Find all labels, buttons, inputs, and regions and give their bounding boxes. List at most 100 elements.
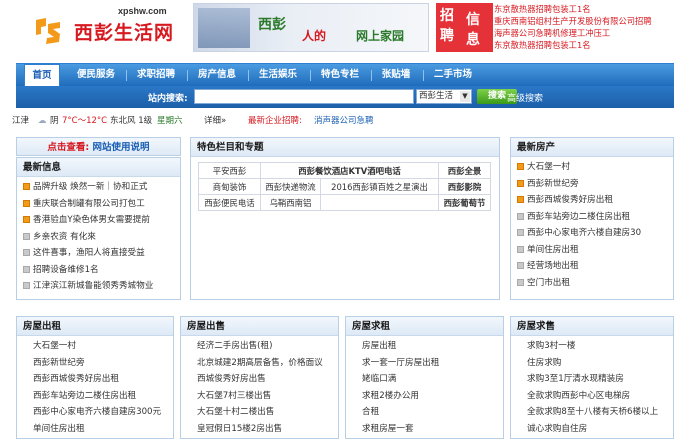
site-logo[interactable]: xpshw.com 西彭生活网 bbox=[30, 4, 180, 54]
special-link[interactable]: 西彭影院 bbox=[438, 178, 491, 195]
site-url: xpshw.com bbox=[118, 6, 167, 16]
list-item[interactable]: 招聘设备维修1名 bbox=[23, 262, 180, 279]
list-item[interactable]: 西城俊秀好房出售 bbox=[197, 371, 338, 388]
column-box: 房屋求租房屋出租 求一套一厅房屋出租 姥临口满 求租2楼办公用 合租 求租房屋一套 bbox=[345, 316, 504, 439]
list-item[interactable]: 西彭中心家电齐六楼自建房30 bbox=[517, 225, 673, 242]
job-ad-item[interactable]: 重庆西南铝组村生产开发股份有限公司招聘 bbox=[494, 15, 688, 27]
banner-ad[interactable]: 西彭 人的 网上家园 bbox=[193, 3, 429, 52]
list-item[interactable]: 姥临口满 bbox=[362, 371, 503, 388]
list-item[interactable]: 乡亲农资 有化來 bbox=[23, 229, 180, 246]
list-item-text: 大石堡一村 bbox=[527, 162, 570, 172]
list-item[interactable]: 品牌升级 焕然一新｜协和正式 bbox=[23, 179, 180, 196]
advanced-search-link[interactable]: 高级搜索 bbox=[507, 91, 543, 104]
list-item[interactable]: 香港验血Y染色体男女需要提前 bbox=[23, 212, 180, 229]
list-item[interactable]: 大石堡7村三楼出售 bbox=[197, 388, 338, 405]
list-item[interactable]: 住房求购 bbox=[527, 355, 673, 372]
nav-separator bbox=[423, 70, 424, 81]
list-item[interactable]: 求租2楼办公用 bbox=[362, 388, 503, 405]
list-item[interactable]: 皇冠假日15楼2房出售 bbox=[197, 421, 338, 438]
list-item-text: 西彭西城俊秀好房出租 bbox=[527, 195, 613, 205]
weather-condition: 阴 bbox=[50, 116, 59, 126]
latest-info-list: 品牌升级 焕然一新｜协和正式重庆联合制罐有限公司打包工香港验血Y染色体男女需要提… bbox=[17, 177, 180, 295]
list-item[interactable]: 西彭西城俊秀好房出租 bbox=[33, 371, 173, 388]
list-item[interactable]: 重庆联合制罐有限公司打包工 bbox=[23, 196, 180, 213]
search-scope-select[interactable]: 西彭生活 ▼ bbox=[416, 89, 472, 104]
job-ad-item[interactable]: 东京散热器招聘包装工1名 bbox=[494, 39, 688, 51]
nav-life[interactable]: 生活娱乐 bbox=[252, 64, 304, 86]
list-item[interactable]: 全款求购西彭中心区电梯房 bbox=[527, 388, 673, 405]
list-item[interactable]: 房屋出租 bbox=[362, 338, 503, 355]
bullet-icon bbox=[23, 282, 30, 289]
list-item[interactable]: 求购3至1厅清水现精装房 bbox=[527, 371, 673, 388]
list-item-text: 香港验血Y染色体男女需要提前 bbox=[33, 215, 150, 225]
list-item[interactable]: 诚心求购自住房 bbox=[527, 421, 673, 438]
list-item[interactable]: 经济二手房出售(租) bbox=[197, 338, 338, 355]
nav-services[interactable]: 便民服务 bbox=[70, 64, 122, 86]
list-item[interactable]: 大石堡一村 bbox=[517, 159, 673, 176]
weather-detail-link[interactable]: 详细» bbox=[204, 114, 226, 128]
job-ad[interactable]: 招 聘 信 息 东京散热器招聘包装工1名 重庆西南铝组村生产开发股份有限公司招聘… bbox=[436, 3, 688, 52]
list-item[interactable]: 这件喜事，渔阳人将直接受益 bbox=[23, 245, 180, 262]
logo-mark-icon bbox=[36, 18, 60, 44]
job-badge-char: 信 bbox=[466, 12, 480, 28]
nav-home[interactable]: 首页 bbox=[24, 64, 60, 86]
list-item[interactable]: 大石堡十村二楼出售 bbox=[197, 404, 338, 421]
list-item[interactable]: 西彭新世纪旁 bbox=[33, 355, 173, 372]
notice-box: 点击查看: 网站使用说明 bbox=[16, 137, 181, 156]
special-link[interactable] bbox=[320, 194, 439, 211]
column-box: 房屋出售 经济二手房出售(租) 北京城建2期高层备售，价格面议 西城俊秀好房出售 大石堡… bbox=[180, 316, 339, 439]
list-item[interactable]: 空门市出租 bbox=[517, 275, 673, 292]
column-title: 房屋求租 bbox=[346, 317, 503, 336]
nav-separator bbox=[248, 70, 249, 81]
special-link[interactable]: 商甸装饰 bbox=[198, 178, 261, 195]
nav-housing[interactable]: 房产信息 bbox=[191, 64, 243, 86]
list-item[interactable]: 求一套一厅房屋出租 bbox=[362, 355, 503, 372]
nav-secondhand[interactable]: 二手市场 bbox=[427, 64, 479, 86]
list-item-text: 招聘设备维修1名 bbox=[33, 264, 99, 275]
recruit-link[interactable]: 消声器公司急聘 bbox=[314, 114, 374, 128]
list-item[interactable]: 大石堡一村 bbox=[33, 338, 173, 355]
special-link[interactable]: 2016西彭镇百姓之星演出 bbox=[320, 178, 439, 195]
list-item[interactable]: 北京城建2期高层备售，价格面议 bbox=[197, 355, 338, 372]
special-link[interactable]: 西彭葡萄节 bbox=[438, 194, 491, 211]
special-link[interactable]: 平安西彭 bbox=[198, 162, 261, 179]
list-item[interactable]: 西彭中心家电齐六楼自建房300元 bbox=[33, 404, 173, 421]
job-ad-item[interactable]: 东京散热器招聘包装工1名 bbox=[494, 3, 688, 15]
latest-info-box: 最新信息 品牌升级 焕然一新｜协和正式 重庆联合制罐有限公司打包工 香港验血Y染色体… bbox=[16, 157, 181, 300]
list-item[interactable]: 西彭车站旁边二楼住房出租 bbox=[517, 209, 673, 226]
special-link[interactable]: 西彭便民电话 bbox=[198, 194, 261, 211]
list-item[interactable]: 西彭车站旁边二楼住房出租 bbox=[33, 388, 173, 405]
list-item-text: 西彭中心家电齐六楼自建房30 bbox=[527, 228, 642, 238]
search-input[interactable] bbox=[194, 89, 414, 104]
column-list: 求购3村一楼 住房求购 求购3至1厅清水现精装房 全款求购西彭中心区电梯房 全款求购8至… bbox=[511, 336, 673, 437]
bullet-icon bbox=[23, 232, 30, 240]
search-scope-value: 西彭生活 bbox=[419, 91, 454, 101]
nav-jobs[interactable]: 求职招聘 bbox=[130, 64, 182, 86]
list-item[interactable]: 西彭新世纪旁 bbox=[517, 176, 673, 193]
weather-line: 江津 ☁ 阴 7°C～12°C 东北风 1级 星期六 详细» 最新企业招聘: 消… bbox=[12, 114, 682, 128]
bullet-icon bbox=[517, 262, 524, 269]
list-item[interactable]: 全款求购8至十八楼有天桥6楼以上 bbox=[527, 404, 673, 421]
list-item[interactable]: 江津滨江新城鲁能领秀秀城物业 bbox=[23, 278, 180, 295]
special-link[interactable]: 西彭快递物流 bbox=[260, 178, 321, 195]
list-item[interactable]: 经营场地出租 bbox=[517, 258, 673, 275]
nav-separator bbox=[187, 70, 188, 81]
list-item[interactable]: 单间住房出租 bbox=[517, 242, 673, 259]
notice-title: 点击查看: bbox=[47, 142, 90, 153]
weather-day: 星期六 bbox=[157, 116, 183, 126]
page: xpshw.com 西彭生活网 西彭 人的 网上家园 招 聘 信 息 东京散热器… bbox=[0, 0, 690, 439]
list-item[interactable]: 求租房屋一套 bbox=[362, 421, 503, 438]
nav-wall[interactable]: 张贴墙 bbox=[374, 64, 418, 86]
usage-guide-link[interactable]: 网站使用说明 bbox=[93, 142, 150, 153]
special-link[interactable]: 西彭全景 bbox=[438, 162, 491, 179]
special-link[interactable]: 乌鞘西南铝 bbox=[260, 194, 321, 211]
list-item-text: 江津滨江新城鲁能领秀秀城物业 bbox=[33, 281, 154, 291]
nav-special[interactable]: 特色专栏 bbox=[314, 64, 366, 86]
list-item[interactable]: 合租 bbox=[362, 404, 503, 421]
list-item[interactable]: 求购3村一楼 bbox=[527, 338, 673, 355]
list-item[interactable]: 单间住房出租 bbox=[33, 421, 173, 438]
list-item-text: 品牌升级 焕然一新｜协和正式 bbox=[33, 182, 148, 192]
job-ad-item[interactable]: 海声器公司急聘机修理工冲压工 bbox=[494, 27, 688, 39]
special-link[interactable]: 西彭餐饮酒店KTV酒吧电话 bbox=[260, 162, 439, 179]
list-item[interactable]: 西彭西城俊秀好房出租 bbox=[517, 192, 673, 209]
